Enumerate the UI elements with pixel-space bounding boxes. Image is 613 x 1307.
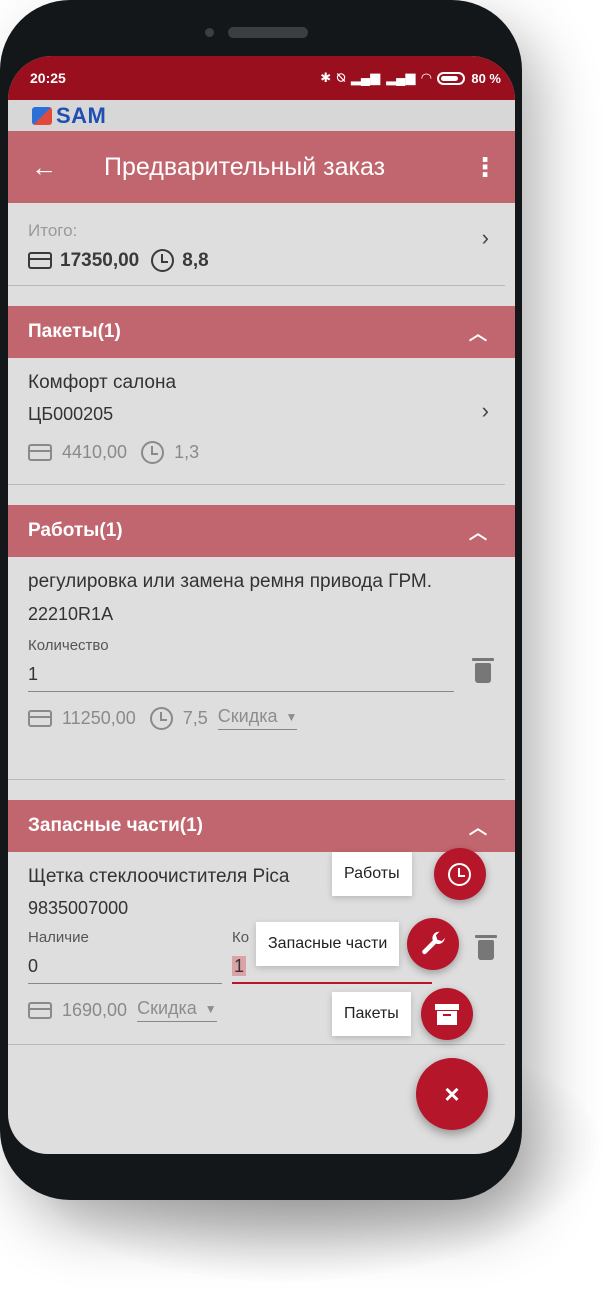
- chevron-up-icon[interactable]: ︿: [469, 320, 487, 346]
- package-code: ЦБ000205: [28, 404, 114, 424]
- card-icon: [28, 1001, 52, 1019]
- front-camera: [205, 28, 214, 37]
- battery-icon: [437, 71, 466, 85]
- work-name: регулировка или замена ремня привода ГРМ…: [28, 571, 433, 592]
- total-row: 17350,00 8,8: [28, 249, 515, 272]
- package-price: 4410,00: [62, 442, 128, 462]
- quantity-input[interactable]: 1: [28, 664, 515, 685]
- clock-icon: [151, 249, 175, 272]
- battery-percent: 80 %: [471, 70, 501, 86]
- works-header-label: Работы(1): [28, 520, 123, 541]
- part-code: 9835007000: [28, 898, 129, 918]
- part-quantity-underline: [232, 982, 432, 984]
- package-item[interactable]: Комфорт салона ЦБ000205 4410,00 1,3 ›: [8, 358, 515, 484]
- chevron-up-icon[interactable]: ︿: [469, 519, 487, 545]
- delete-icon[interactable]: [475, 935, 497, 960]
- archive-icon[interactable]: [420, 988, 473, 1040]
- discount-label: Скидка: [217, 706, 278, 726]
- clock-icon: [141, 441, 165, 464]
- work-price: 11250,00: [62, 707, 136, 728]
- availability-field: Наличие 0: [28, 929, 222, 984]
- status-icons: ✱ ⍉ ▂▄▆ ▂▄▆ ◠ 80 %: [320, 70, 501, 86]
- parts-header-label: Запасные части(1): [28, 815, 203, 836]
- signal-icon-2: ▂▄▆: [386, 70, 416, 85]
- earpiece-speaker: [228, 27, 308, 38]
- brand-bar: SAM: [8, 100, 515, 131]
- wrench-glyph: [422, 931, 446, 955]
- archive-glyph: [434, 1004, 459, 1025]
- fab-parts-label[interactable]: Запасные части: [256, 922, 400, 966]
- quantity-underline: [28, 691, 454, 692]
- app-bar: ← Предварительный заказ ⋮: [8, 131, 515, 203]
- packages-header[interactable]: Пакеты(1) ︿: [8, 306, 515, 358]
- chevron-right-icon[interactable]: ›: [482, 225, 489, 251]
- availability-value: 0: [28, 956, 39, 976]
- dropdown-arrow-icon: ▼: [285, 709, 298, 724]
- package-name: Комфорт салона: [28, 372, 177, 393]
- part-quantity-value: 1: [232, 956, 247, 976]
- clock-icon: [149, 706, 173, 730]
- signal-icon: ▂▄▆: [350, 70, 381, 85]
- brand-name: SAM: [56, 102, 107, 128]
- close-fab-button[interactable]: ×: [416, 1058, 488, 1130]
- total-label: Итого:: [28, 221, 78, 240]
- chevron-up-icon[interactable]: ︿: [469, 814, 487, 840]
- more-vert-icon[interactable]: ⋮: [465, 152, 505, 183]
- fab-packages[interactable]: Пакеты: [332, 988, 473, 1040]
- sam-logo-icon: [32, 106, 52, 125]
- part-discount-label: Скидка: [137, 998, 197, 1018]
- chevron-right-icon[interactable]: ›: [482, 398, 489, 424]
- alarm-off-icon: ⍉: [337, 70, 345, 85]
- card-icon: [28, 709, 52, 727]
- part-price: 1690,00: [62, 999, 128, 1020]
- dropdown-arrow-icon: ▼: [204, 1001, 217, 1016]
- work-code: 22210R1A: [28, 604, 114, 624]
- status-time: 20:25: [30, 70, 66, 86]
- close-icon: ×: [444, 1078, 460, 1109]
- card-icon: [28, 444, 52, 461]
- total-hours: 8,8: [182, 249, 209, 271]
- divider: [8, 1044, 505, 1045]
- availability-label: Наличие: [28, 929, 89, 946]
- fab-works[interactable]: Работы: [332, 848, 486, 900]
- fab-parts[interactable]: Запасные части: [256, 918, 460, 970]
- bluetooth-icon: ✱: [320, 70, 332, 85]
- card-icon: [28, 252, 52, 269]
- delete-icon[interactable]: [472, 658, 494, 683]
- work-meta: 11250,00 7,5 Скидка ▼: [28, 706, 515, 730]
- fab-works-label[interactable]: Работы: [332, 852, 412, 896]
- parts-header[interactable]: Запасные части(1) ︿: [8, 800, 515, 852]
- total-amount: 17350,00: [60, 249, 140, 271]
- package-meta: 4410,00 1,3: [28, 441, 515, 464]
- work-item[interactable]: регулировка или замена ремня привода ГРМ…: [8, 557, 515, 779]
- work-hours: 7,5: [182, 707, 208, 728]
- total-summary[interactable]: Итого: 17350,00 8,8 ›: [8, 203, 515, 285]
- wifi-icon: ◠: [421, 70, 432, 85]
- availability-underline: [28, 983, 222, 984]
- part-discount-dropdown[interactable]: Скидка ▼: [137, 998, 217, 1022]
- wrench-icon[interactable]: [407, 918, 460, 970]
- packages-header-label: Пакеты(1): [28, 321, 121, 342]
- back-arrow-icon[interactable]: ←: [14, 152, 74, 183]
- page-title: Предварительный заказ: [104, 152, 386, 181]
- works-header[interactable]: Работы(1) ︿: [8, 505, 515, 557]
- package-hours: 1,3: [174, 442, 200, 462]
- fab-clock-glyph: [448, 862, 472, 886]
- status-bar: 20:25 ✱ ⍉ ▂▄▆ ▂▄▆ ◠ 80 %: [8, 56, 515, 100]
- discount-dropdown[interactable]: Скидка ▼: [217, 706, 298, 730]
- quantity-label: Количество: [28, 637, 109, 654]
- clock-icon[interactable]: [433, 848, 486, 900]
- fab-packages-label[interactable]: Пакеты: [332, 992, 411, 1036]
